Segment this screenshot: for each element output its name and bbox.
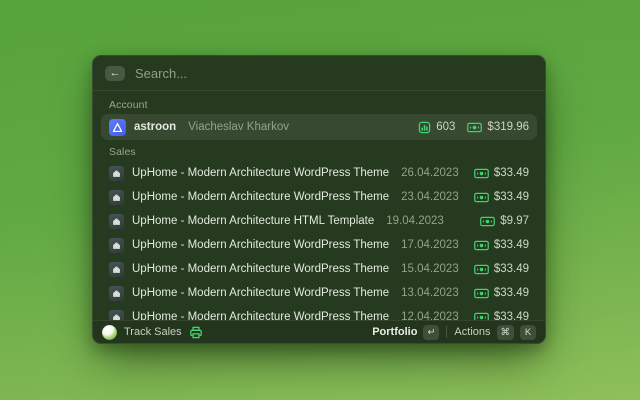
theme-thumbnail-icon (109, 285, 124, 301)
sales-list: UpHome - Modern Architecture WordPress T… (101, 161, 537, 320)
sale-row[interactable]: UpHome - Modern Architecture WordPress T… (101, 305, 537, 320)
portfolio-action-button[interactable]: Portfolio ↵ (372, 324, 440, 340)
sales-count-value: 603 (436, 121, 456, 133)
sale-price-metric: $33.49 (473, 167, 529, 179)
track-sales-app-icon (102, 324, 117, 340)
sale-date: 12.04.2023 (401, 311, 459, 320)
sale-price-metric: $33.49 (473, 287, 529, 299)
sale-row[interactable]: UpHome - Modern Architecture WordPress T… (101, 185, 537, 209)
theme-thumbnail-icon (109, 189, 124, 205)
sale-date: 17.04.2023 (401, 239, 459, 251)
account-name: astroon (134, 121, 177, 133)
sales-count-metric: 603 (418, 121, 455, 134)
sale-price-metric: $33.49 (473, 263, 529, 275)
printer-icon (189, 326, 202, 338)
sale-title: UpHome - Modern Architecture WordPress T… (132, 239, 390, 251)
sale-price-metric: $33.49 (473, 191, 529, 203)
balance-metric: $319.96 (467, 121, 529, 133)
sale-price-value: $9.97 (500, 215, 529, 227)
actions-menu-label: Actions (454, 326, 491, 338)
sale-price-value: $33.49 (493, 239, 529, 251)
banknote-icon (467, 122, 483, 132)
footer-bar: Track Sales Portfolio ↵ Actions ⌘ K (93, 320, 545, 343)
sale-title: UpHome - Modern Architecture WordPress T… (132, 311, 390, 320)
bar-chart-icon (419, 121, 431, 133)
theme-thumbnail-icon (109, 165, 124, 181)
sale-date: 15.04.2023 (401, 263, 459, 275)
sale-row[interactable]: UpHome - Modern Architecture HTML Templa… (101, 209, 537, 233)
sale-row[interactable]: UpHome - Modern Architecture WordPress T… (101, 257, 537, 281)
account-subtitle: Viacheslav Kharkov (188, 121, 289, 133)
banknote-icon (473, 264, 489, 274)
footer-app-name: Track Sales (124, 326, 182, 338)
balance-value: $319.96 (487, 121, 529, 133)
actions-menu-button[interactable]: Actions ⌘ K (454, 324, 536, 340)
sale-title: UpHome - Modern Architecture WordPress T… (132, 263, 390, 275)
banknote-icon (480, 216, 496, 226)
footer-divider (446, 326, 448, 338)
sale-price-value: $33.49 (493, 167, 529, 179)
theme-thumbnail-icon (109, 213, 124, 229)
search-input[interactable] (135, 65, 533, 81)
sale-price-value: $33.49 (493, 287, 529, 299)
sale-price-metric: $33.49 (473, 239, 529, 251)
sale-title: UpHome - Modern Architecture HTML Templa… (132, 215, 375, 227)
sale-price-value: $33.49 (493, 191, 529, 203)
sale-price-metric: $9.97 (480, 215, 529, 227)
sale-date: 19.04.2023 (386, 215, 444, 227)
portfolio-action-label: Portfolio (372, 326, 418, 338)
sale-row[interactable]: UpHome - Modern Architecture WordPress T… (101, 233, 537, 257)
back-button[interactable]: ← (105, 65, 125, 81)
search-bar: ← (93, 56, 545, 91)
k-key-icon: K (520, 324, 536, 340)
sale-date: 23.04.2023 (401, 191, 459, 203)
command-palette-window: ← Account astroon Viacheslav Kharkov (92, 55, 546, 344)
banknote-icon (473, 168, 489, 178)
banknote-icon (473, 288, 489, 298)
banknote-icon (473, 240, 489, 250)
sale-title: UpHome - Modern Architecture WordPress T… (132, 287, 390, 299)
results-list: Account astroon Viacheslav Kharkov 603 $… (93, 91, 545, 320)
sale-date: 26.04.2023 (401, 167, 459, 179)
banknote-icon (473, 312, 489, 320)
sale-title: UpHome - Modern Architecture WordPress T… (132, 191, 390, 203)
section-label-account: Account (109, 99, 148, 111)
sale-price-value: $33.49 (493, 311, 529, 320)
theme-thumbnail-icon (109, 237, 124, 253)
enter-key-icon: ↵ (423, 324, 440, 340)
account-row[interactable]: astroon Viacheslav Kharkov 603 $319.96 (101, 114, 537, 140)
section-label-sales: Sales (109, 146, 136, 158)
sale-row[interactable]: UpHome - Modern Architecture WordPress T… (101, 161, 537, 185)
back-arrow-icon: ← (109, 66, 121, 79)
sale-price-value: $33.49 (493, 263, 529, 275)
sale-title: UpHome - Modern Architecture WordPress T… (132, 167, 390, 179)
theme-thumbnail-icon (109, 309, 124, 320)
sale-row[interactable]: UpHome - Modern Architecture WordPress T… (101, 281, 537, 305)
sale-price-metric: $33.49 (473, 311, 529, 320)
sale-date: 13.04.2023 (401, 287, 459, 299)
banknote-icon (473, 192, 489, 202)
command-key-icon: ⌘ (496, 324, 514, 340)
astroon-app-icon (109, 118, 126, 136)
theme-thumbnail-icon (109, 261, 124, 277)
